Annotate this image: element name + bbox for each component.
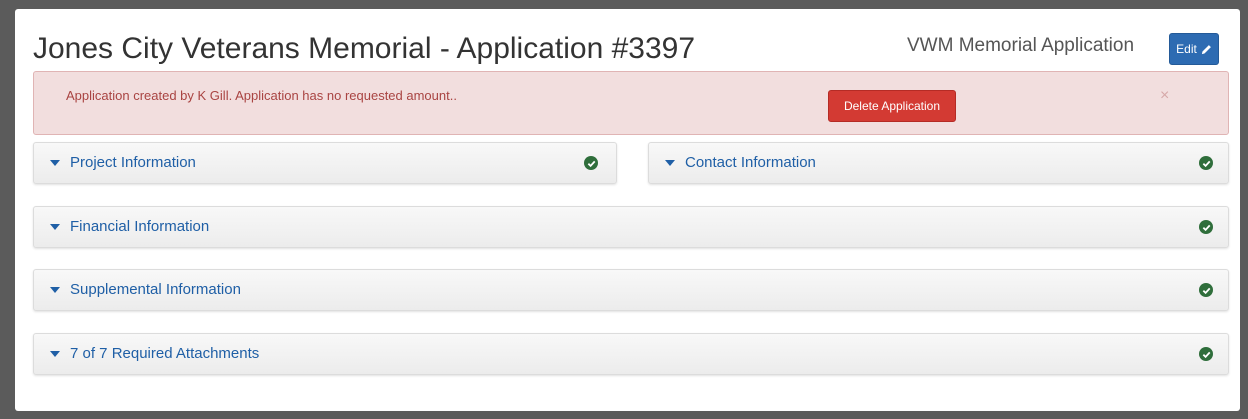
close-icon[interactable]: × xyxy=(1160,88,1169,104)
form-name: VWM Memorial Application xyxy=(907,35,1135,56)
caret-down-icon xyxy=(50,351,60,357)
section-contact-information[interactable]: Contact Information xyxy=(648,142,1229,184)
status-alert: Application created by K Gill. Applicati… xyxy=(33,71,1229,135)
delete-application-button[interactable]: Delete Application xyxy=(828,90,956,122)
section-label: Project Information xyxy=(70,154,196,171)
page-title: Jones City Veterans Memorial - Applicati… xyxy=(33,32,696,65)
caret-down-icon xyxy=(50,224,60,230)
alert-message: Application created by K Gill. Applicati… xyxy=(66,88,457,103)
section-label: Contact Information xyxy=(685,154,816,171)
check-circle-icon xyxy=(1199,283,1213,297)
section-supplemental-information[interactable]: Supplemental Information xyxy=(33,269,1229,311)
section-project-information[interactable]: Project Information xyxy=(33,142,617,184)
section-label: Financial Information xyxy=(70,218,210,235)
application-card: Jones City Veterans Memorial - Applicati… xyxy=(15,9,1240,411)
caret-down-icon xyxy=(50,287,60,293)
caret-down-icon xyxy=(665,160,675,166)
caret-down-icon xyxy=(50,160,60,166)
section-financial-information[interactable]: Financial Information xyxy=(33,206,1229,248)
section-required-attachments[interactable]: 7 of 7 Required Attachments xyxy=(33,333,1229,375)
section-label: 7 of 7 Required Attachments xyxy=(70,345,260,362)
edit-button-label: Edit xyxy=(1176,42,1197,56)
check-circle-icon xyxy=(1199,220,1213,234)
edit-button[interactable]: Edit xyxy=(1169,33,1219,65)
check-circle-icon xyxy=(1199,347,1213,361)
pencil-icon xyxy=(1201,44,1212,55)
check-circle-icon xyxy=(1199,156,1213,170)
section-label: Supplemental Information xyxy=(70,281,241,298)
check-circle-icon xyxy=(584,156,598,170)
